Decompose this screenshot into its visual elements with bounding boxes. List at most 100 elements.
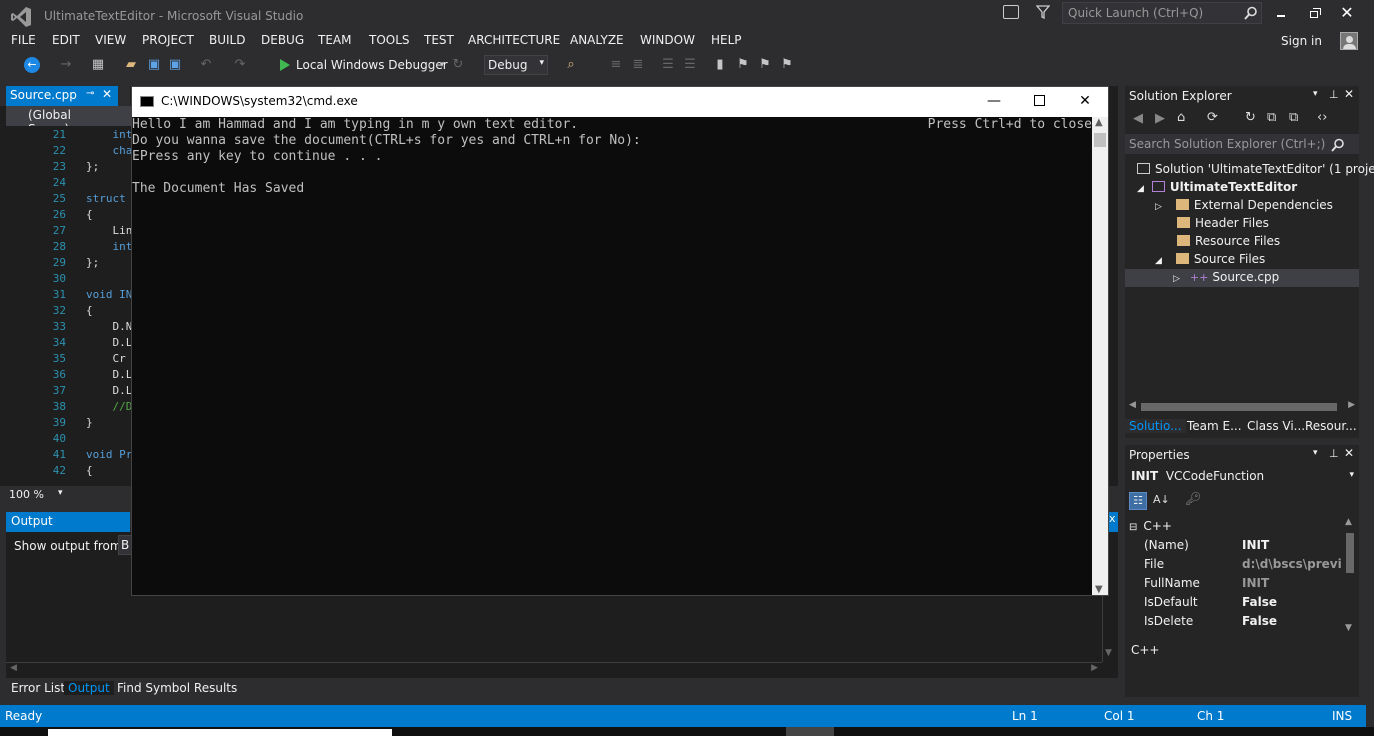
property-row[interactable]: (Name) INIT bbox=[1141, 536, 1359, 555]
tab-source-cpp[interactable]: Source.cpp ⊸ ✕ bbox=[6, 86, 118, 106]
taskbar-active-app[interactable] bbox=[786, 727, 834, 736]
format2-icon[interactable]: ≣ bbox=[630, 57, 646, 73]
console-close-button[interactable]: ✕ bbox=[1073, 91, 1097, 111]
undo-icon[interactable]: ↶ bbox=[198, 57, 214, 73]
close-window-button[interactable]: ✕ bbox=[1338, 4, 1356, 22]
forward-icon[interactable]: ▶ bbox=[1155, 111, 1165, 126]
refresh-icon[interactable]: ↻ bbox=[450, 57, 466, 73]
close-icon[interactable]: ✕ bbox=[1344, 446, 1354, 460]
project-node[interactable]: ◢ UltimateTextEditor bbox=[1137, 180, 1297, 194]
collapse-all-icon[interactable]: ⧉ bbox=[1267, 110, 1276, 125]
sign-in-link[interactable]: Sign in bbox=[1281, 34, 1322, 48]
find-in-files-icon[interactable]: ⌕ bbox=[563, 57, 579, 73]
menu-edit[interactable]: EDIT bbox=[52, 33, 80, 47]
chevron-down-icon[interactable]: ▾ bbox=[1313, 448, 1318, 458]
pin-icon[interactable]: ⊥ bbox=[1329, 447, 1339, 460]
user-avatar-icon[interactable] bbox=[1340, 32, 1358, 50]
restore-button[interactable] bbox=[1305, 6, 1323, 22]
console-minimize-button[interactable]: — bbox=[982, 91, 1006, 111]
pin-icon[interactable]: ⊥ bbox=[1329, 88, 1339, 101]
menu-architecture[interactable]: ARCHITECTURE bbox=[468, 33, 560, 47]
tree-item-external-dependencies[interactable]: ▷ External Dependencies bbox=[1155, 198, 1333, 212]
tree-item-header-files[interactable]: Header Files bbox=[1177, 216, 1269, 230]
close-icon[interactable]: ✕ bbox=[102, 87, 112, 101]
tab-team-explorer[interactable]: Team E... bbox=[1187, 419, 1242, 433]
scroll-thumb[interactable] bbox=[1094, 133, 1106, 147]
menu-window[interactable]: WINDOW bbox=[640, 33, 695, 47]
menu-help[interactable]: HELP bbox=[711, 33, 742, 47]
tab-solution-explorer[interactable]: Solutio... bbox=[1125, 419, 1186, 433]
back-icon[interactable]: ← bbox=[24, 57, 40, 73]
format-icon[interactable]: ≡ bbox=[608, 57, 624, 73]
menu-test[interactable]: TEST bbox=[424, 33, 454, 47]
property-row[interactable]: IsDefault False bbox=[1141, 593, 1359, 612]
menu-tools[interactable]: TOOLS bbox=[369, 33, 410, 47]
console-maximize-button[interactable] bbox=[1027, 91, 1051, 111]
menu-team[interactable]: TEAM bbox=[318, 33, 351, 47]
scroll-down-icon[interactable]: ▼ bbox=[1095, 584, 1103, 595]
category-header[interactable]: ⊟ C++ bbox=[1125, 517, 1359, 535]
console-title-bar[interactable]: C:\WINDOWS\system32\cmd.exe — ✕ bbox=[132, 87, 1108, 117]
code-editor[interactable]: 21 int 22 cha 23}; 24 25 struct L 26{27 Lin 28 … bbox=[6, 126, 139, 486]
zoom-level[interactable]: 100 % ▾ bbox=[6, 486, 130, 504]
output-hscrollbar[interactable]: ◀ ▶ bbox=[6, 662, 1102, 676]
output-source-select[interactable]: B bbox=[118, 535, 132, 555]
filter-icon[interactable] bbox=[1036, 5, 1050, 19]
console-window[interactable]: C:\WINDOWS\system32\cmd.exe — ✕ Hello I … bbox=[131, 86, 1109, 596]
tree-item-source-files[interactable]: ◢ Source Files bbox=[1155, 252, 1265, 266]
menu-view[interactable]: VIEW bbox=[95, 33, 126, 47]
solution-node[interactable]: Solution 'UltimateTextEditor' (1 project bbox=[1137, 162, 1374, 176]
menu-debug[interactable]: DEBUG bbox=[261, 33, 304, 47]
chevron-down-icon[interactable]: ▾ bbox=[434, 57, 450, 73]
uncomment-icon[interactable]: ☰ bbox=[682, 57, 698, 73]
alphabetical-icon[interactable]: A↓ bbox=[1153, 493, 1170, 506]
property-row[interactable]: IsDelete False bbox=[1141, 612, 1359, 631]
comment-icon[interactable]: ☰ bbox=[660, 57, 676, 73]
minimize-button[interactable] bbox=[1272, 6, 1290, 22]
sync-icon[interactable]: ⟳ bbox=[1207, 110, 1218, 125]
forward-icon[interactable]: → bbox=[58, 57, 74, 73]
scroll-up-icon[interactable]: ▲ bbox=[1095, 117, 1103, 128]
tab-output[interactable]: Output bbox=[64, 681, 114, 695]
properties-object-select[interactable]: INIT VCCodeFunction ▾ bbox=[1125, 467, 1359, 487]
tab-error-list[interactable]: Error List bbox=[11, 681, 65, 695]
clear-bookmarks-icon[interactable]: ⚑ bbox=[779, 57, 795, 73]
solution-search-input[interactable]: Search Solution Explorer (Ctrl+;) bbox=[1125, 134, 1359, 154]
next-bookmark-icon[interactable]: ⚑ bbox=[757, 57, 773, 73]
tab-resource-view[interactable]: Resour... bbox=[1305, 419, 1357, 433]
properties-vscrollbar[interactable]: ▲ ▼ bbox=[1343, 517, 1357, 633]
redo-icon[interactable]: ↷ bbox=[232, 57, 248, 73]
console-scrollbar[interactable]: ▲ ▼ bbox=[1092, 117, 1108, 595]
menu-build[interactable]: BUILD bbox=[209, 33, 245, 47]
close-icon[interactable]: ✕ bbox=[1344, 87, 1354, 101]
home-icon[interactable]: ⌂ bbox=[1177, 110, 1185, 125]
open-file-icon[interactable]: ▰ bbox=[123, 57, 139, 73]
save-all-icon[interactable]: ▣ bbox=[167, 57, 183, 73]
tree-item-resource-files[interactable]: Resource Files bbox=[1177, 234, 1280, 248]
menu-project[interactable]: PROJECT bbox=[142, 33, 194, 47]
property-row[interactable]: FullName INIT bbox=[1141, 574, 1359, 593]
debugger-target[interactable]: Local Windows Debugger bbox=[296, 58, 448, 72]
bookmark-icon[interactable]: ▮ bbox=[712, 57, 728, 73]
new-project-icon[interactable]: ▦ bbox=[90, 57, 106, 73]
property-pages-icon[interactable]: 🔑︎ bbox=[1185, 492, 1202, 507]
save-icon[interactable]: ▣ bbox=[146, 57, 162, 73]
tab-class-view[interactable]: Class Vi... bbox=[1247, 419, 1305, 433]
solution-hscrollbar[interactable]: ◀ ▶ bbox=[1125, 400, 1359, 414]
start-debugging-icon[interactable] bbox=[279, 58, 291, 72]
refresh-icon[interactable]: ↻ bbox=[1245, 110, 1256, 125]
output-panel-header[interactable]: Output bbox=[6, 512, 130, 532]
chevron-down-icon[interactable]: ▾ bbox=[1313, 89, 1318, 99]
quick-launch-input[interactable]: Quick Launch (Ctrl+Q) bbox=[1062, 2, 1262, 24]
menu-file[interactable]: FILE bbox=[11, 33, 36, 47]
menu-analyze[interactable]: ANALYZE bbox=[570, 33, 624, 47]
scope-dropdown[interactable]: (Global Scope) bbox=[6, 106, 132, 136]
categorized-icon[interactable]: ☷ bbox=[1129, 492, 1147, 510]
view-code-icon[interactable]: ‹› bbox=[1317, 110, 1327, 125]
back-icon[interactable]: ◀ bbox=[1133, 111, 1143, 126]
property-row[interactable]: File d:\d\bscs\previous bbox=[1141, 555, 1359, 574]
tab-find-symbol-results[interactable]: Find Symbol Results bbox=[117, 681, 237, 695]
taskbar-search-box[interactable] bbox=[48, 729, 392, 736]
show-all-files-icon[interactable]: ⧉ bbox=[1289, 110, 1298, 125]
solution-config-select[interactable]: Debug ▾ bbox=[484, 55, 548, 75]
